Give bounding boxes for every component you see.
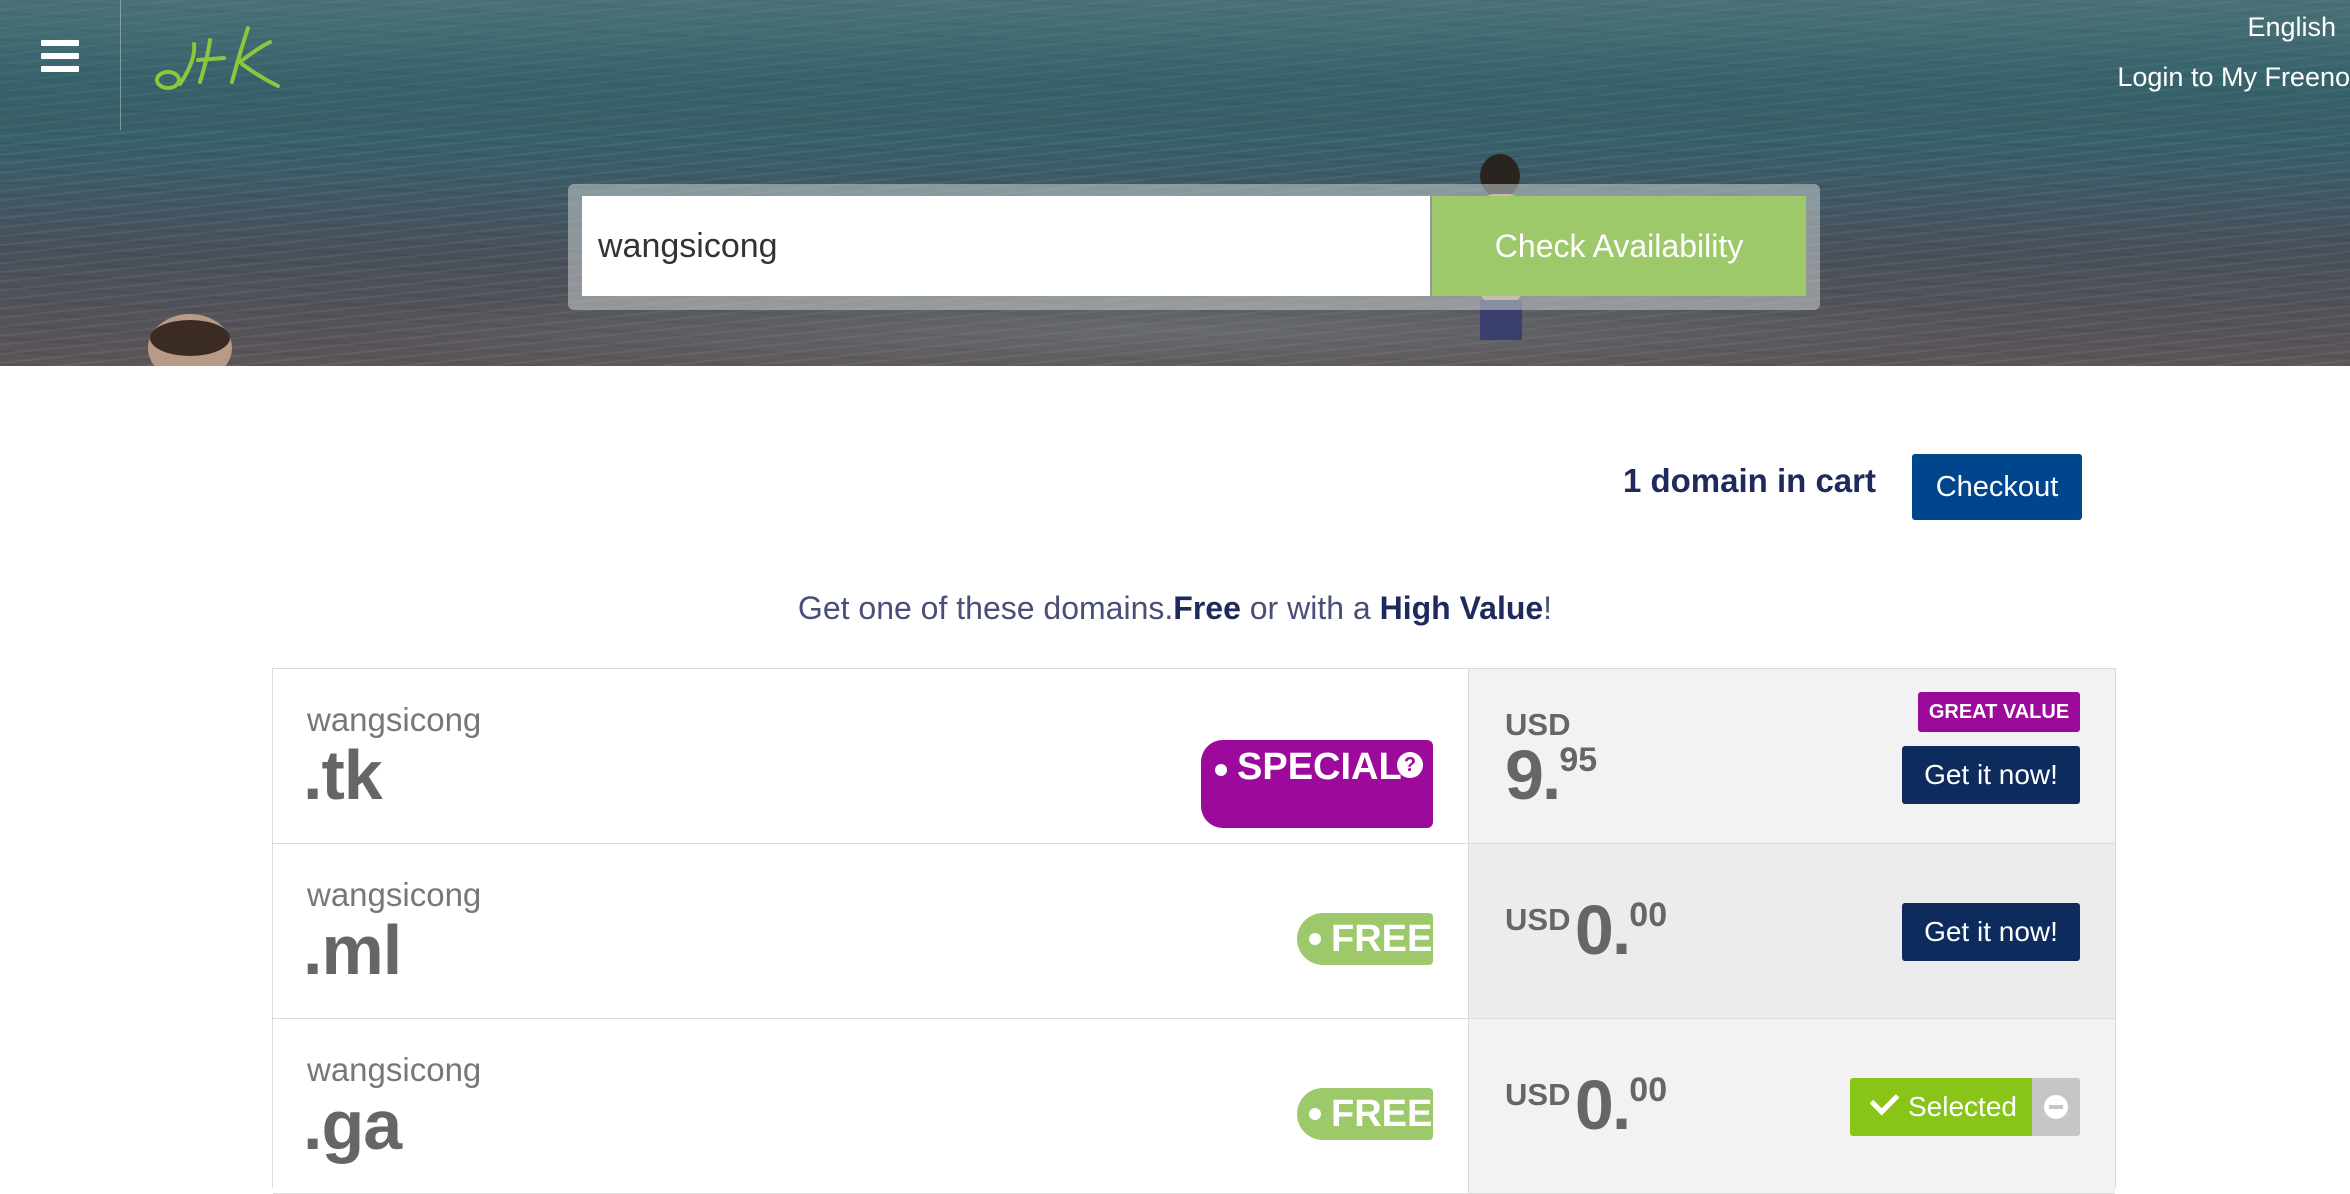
hamburger-menu-icon <box>41 40 79 72</box>
language-selector[interactable]: English <box>2247 12 2336 43</box>
check-availability-button[interactable]: Check Availability <box>1432 196 1806 296</box>
menu-button[interactable] <box>0 0 121 130</box>
price-whole: 0. <box>1574 891 1631 969</box>
domain-name: wangsicong <box>307 876 482 913</box>
special-badge[interactable]: SPECIAL ? <box>1201 740 1433 828</box>
top-navigation-bar: English Login to My Freeno <box>0 0 2350 130</box>
promo-tagline: Get one of these domains.Free or with a … <box>797 590 1553 626</box>
tagline-high-value: High Value <box>1379 590 1544 626</box>
price-whole: 9. <box>1505 736 1561 814</box>
domain-cell: wangsicong .ga FREE <box>273 1019 1469 1193</box>
price-cents: 95 <box>1559 741 1598 779</box>
domain-tld: .tk <box>303 736 383 814</box>
minus-circle-icon <box>2044 1095 2068 1119</box>
get-it-now-button-tk[interactable]: Get it now! <box>1902 746 2080 804</box>
free-badge: FREE <box>1297 913 1433 965</box>
free-badge: FREE <box>1297 1088 1433 1140</box>
domain-cell: wangsicong .tk SPECIAL ? <box>273 669 1469 843</box>
remove-domain-button[interactable] <box>2032 1078 2080 1136</box>
price-cents: 00 <box>1629 896 1668 934</box>
domain-tld: .ga <box>303 1086 402 1164</box>
price-cents: 00 <box>1629 1071 1668 1109</box>
login-link[interactable]: Login to My Freeno <box>2117 62 2350 93</box>
cart-summary: 1 domain in cart <box>1622 462 1876 499</box>
domain-row-ml: wangsicong .ml FREE USD 0.00 <box>273 844 2115 1019</box>
tagline-free: Free <box>1173 590 1241 626</box>
domain-cell: wangsicong .ml FREE <box>273 844 1469 1018</box>
great-value-ribbon: GREAT VALUE <box>1918 692 2080 732</box>
domain-search-input[interactable] <box>582 196 1430 296</box>
price-currency: USD <box>1505 902 1571 937</box>
help-icon[interactable]: ? <box>1397 752 1423 778</box>
dot-tk-logo[interactable] <box>148 20 288 100</box>
price: USD 0.00 <box>1505 1065 1667 1145</box>
domain-results-table: wangsicong .tk SPECIAL ? USD 9.95 wangsi… <box>272 668 2116 1194</box>
domain-tld: .ml <box>303 911 402 989</box>
check-icon <box>1869 1085 1900 1116</box>
price: USD 0.00 <box>1505 890 1667 970</box>
price-currency: USD <box>1505 1077 1571 1112</box>
domain-row-tk: wangsicong .tk SPECIAL ? USD 9.95 <box>273 669 2115 844</box>
swimmer-head-image <box>148 314 232 366</box>
price-whole: 0. <box>1574 1066 1631 1144</box>
domain-name: wangsicong <box>307 701 482 738</box>
checkout-button[interactable]: Checkout <box>1912 454 2082 520</box>
domain-name: wangsicong <box>307 1051 482 1088</box>
get-it-now-button-ml[interactable]: Get it now! <box>1902 903 2080 961</box>
price: USD 9.95 <box>1505 707 1597 815</box>
hero-banner: English Login to My Freeno Check Availab… <box>0 0 2350 366</box>
selected-button-ga[interactable]: Selected <box>1850 1078 2032 1136</box>
